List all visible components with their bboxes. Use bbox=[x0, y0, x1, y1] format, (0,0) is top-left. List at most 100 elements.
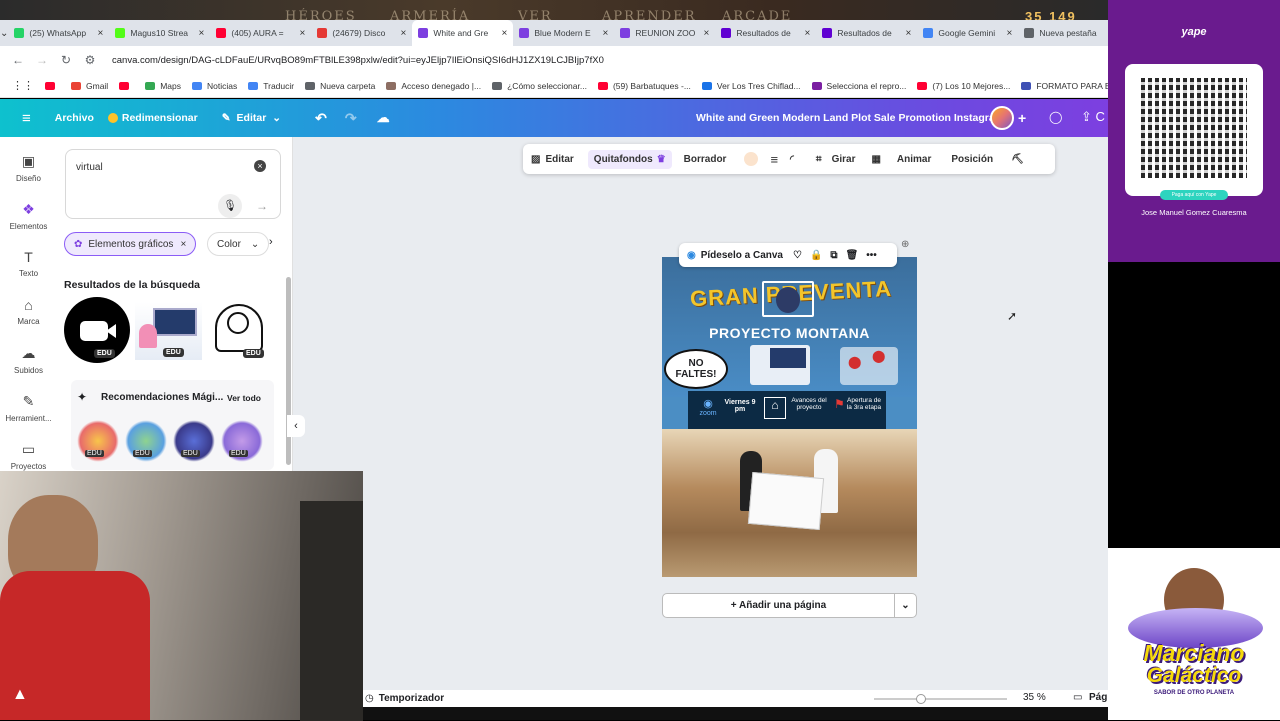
browser-tab[interactable]: Resultados de × bbox=[816, 20, 917, 46]
comment-icon[interactable]: ◯ bbox=[1049, 110, 1062, 124]
ask-canva-button[interactable]: Pídeselo a Canva bbox=[701, 250, 783, 261]
rail-item-diseno[interactable]: ▣ Diseño bbox=[0, 153, 57, 183]
editar-image-button[interactable]: Editar bbox=[545, 154, 573, 165]
bookmark-item[interactable]: Maps bbox=[145, 81, 181, 91]
posicion-button[interactable]: Posición bbox=[951, 154, 993, 165]
redimensionar-button[interactable]: Redimensionar bbox=[107, 112, 198, 124]
share-icon[interactable]: ⇪ C bbox=[1081, 109, 1105, 125]
chip-color[interactable]: Color ⌄ bbox=[207, 232, 270, 256]
site-info-icon[interactable]: ⚙ bbox=[78, 53, 102, 67]
close-icon[interactable]: × bbox=[180, 239, 186, 250]
redo-icon[interactable]: ↷ bbox=[345, 110, 357, 127]
add-collaborator-icon[interactable]: + bbox=[1018, 110, 1026, 126]
reload-icon[interactable]: ↻ bbox=[54, 53, 78, 67]
zoom-slider-knob[interactable] bbox=[915, 694, 926, 704]
browser-tab[interactable]: Google Gemini × bbox=[917, 20, 1018, 46]
corner-rounding-icon[interactable]: ◜ bbox=[790, 154, 794, 165]
address-bar[interactable]: canva.com/design/DAG-cLDFauE/URvqBO89mFT… bbox=[112, 55, 604, 66]
bookmark-item[interactable]: Acceso denegado |... bbox=[386, 81, 481, 91]
browser-tab[interactable]: (405) AURA = × bbox=[210, 20, 311, 46]
delete-icon[interactable]: 🗑 bbox=[846, 250, 859, 261]
hamburger-menu-icon[interactable]: ≡ bbox=[22, 110, 31, 127]
close-tab-icon[interactable]: × bbox=[906, 28, 912, 39]
chevron-right-icon[interactable]: › bbox=[269, 236, 273, 248]
bookmark-item[interactable]: Noticias bbox=[192, 81, 237, 91]
selection-box[interactable] bbox=[762, 281, 814, 317]
add-page-small-icon[interactable]: ⊕ bbox=[901, 239, 909, 250]
crop-icon[interactable]: ⌗ bbox=[816, 154, 822, 165]
close-tab-icon[interactable]: × bbox=[704, 28, 710, 39]
undo-icon[interactable]: ↶ bbox=[315, 110, 327, 127]
bookmark-item[interactable]: (7) Los 10 Mejores... bbox=[917, 81, 1010, 91]
borrador-button[interactable]: Borrador bbox=[684, 154, 727, 165]
more-options-icon[interactable]: ••• bbox=[866, 250, 877, 261]
search-input[interactable]: virtual bbox=[76, 162, 103, 173]
magic-result[interactable]: EDU bbox=[221, 420, 263, 462]
document-title[interactable]: White and Green Modern Land Plot Sale Pr… bbox=[696, 112, 1003, 124]
result-virtual-class[interactable]: EDU bbox=[135, 302, 202, 360]
rail-item-subidos[interactable]: ☁ Subidos bbox=[0, 345, 57, 375]
result-support-agent[interactable]: EDU bbox=[207, 300, 271, 362]
bookmark-item[interactable]: Ver Los Tres Chiflad... bbox=[701, 81, 801, 91]
bookmark-item[interactable] bbox=[45, 81, 60, 90]
cloud-saved-icon[interactable]: ☁ bbox=[377, 110, 390, 126]
animar-button[interactable]: Animar bbox=[897, 154, 931, 165]
rail-item-texto[interactable]: T Texto bbox=[0, 249, 57, 278]
girar-button[interactable]: Girar bbox=[832, 154, 856, 165]
microphone-icon[interactable]: 🎙 bbox=[218, 194, 242, 218]
apps-grid-icon[interactable]: ⋮⋮ bbox=[12, 79, 34, 92]
close-tab-icon[interactable]: × bbox=[300, 28, 306, 39]
pages-icon[interactable]: ▭ bbox=[1073, 692, 1082, 703]
close-tab-icon[interactable]: × bbox=[1007, 28, 1013, 39]
transparency-icon[interactable]: ▦ bbox=[871, 154, 880, 165]
color-swatch[interactable] bbox=[744, 152, 759, 166]
design-page[interactable]: GRAN PREVENTA PROYECTO MONTANA NO FALTES… bbox=[662, 257, 917, 577]
chevron-down-icon[interactable]: ⌄ bbox=[894, 594, 916, 617]
browser-tab[interactable]: Magus10 Strea × bbox=[109, 20, 210, 46]
rail-item-marca[interactable]: ⌂ Marca bbox=[0, 297, 57, 326]
collapse-panel-icon[interactable]: ‹ bbox=[287, 415, 305, 437]
forward-icon[interactable]: → bbox=[30, 53, 54, 67]
close-tab-icon[interactable]: × bbox=[401, 28, 407, 39]
back-icon[interactable]: ← bbox=[6, 53, 30, 67]
rail-item-proyectos[interactable]: ▭ Proyectos bbox=[0, 441, 57, 471]
browser-tab[interactable]: (24679) Disco × bbox=[311, 20, 412, 46]
bookmark-item[interactable]: Nueva carpeta bbox=[305, 81, 375, 91]
zoom-slider[interactable] bbox=[874, 694, 1007, 704]
search-box[interactable]: virtual × 🎙 → bbox=[65, 149, 281, 219]
border-style-icon[interactable]: ≡ bbox=[770, 152, 778, 167]
close-tab-icon[interactable]: × bbox=[98, 28, 104, 39]
paint-format-icon[interactable]: ⛏ bbox=[1011, 154, 1024, 165]
timer-button[interactable]: Temporizador bbox=[379, 693, 444, 704]
pages-button[interactable]: Pági bbox=[1089, 692, 1110, 703]
chip-elementos-graficos[interactable]: ✿ Elementos gráficos × bbox=[64, 232, 197, 256]
bookmark-item[interactable]: Gmail bbox=[71, 81, 108, 91]
avatar[interactable] bbox=[990, 106, 1014, 130]
browser-tab[interactable]: REUNION ZOO × bbox=[614, 20, 715, 46]
magic-result[interactable]: EDU bbox=[77, 420, 119, 462]
archivo-menu[interactable]: Archivo bbox=[55, 112, 94, 124]
submit-arrow-icon[interactable]: → bbox=[250, 194, 274, 218]
browser-tab[interactable]: White and Gre × bbox=[412, 20, 514, 46]
tab-list-chevron-icon[interactable]: ⌄ bbox=[0, 28, 8, 39]
add-page-button[interactable]: + Añadir una página ⌄ bbox=[662, 593, 917, 618]
browser-tab[interactable]: Resultados de × bbox=[715, 20, 816, 46]
close-tab-icon[interactable]: × bbox=[502, 28, 508, 39]
result-video-camera[interactable]: EDU bbox=[64, 297, 130, 363]
comment-add-icon[interactable]: ♡ bbox=[793, 250, 802, 261]
bookmark-item[interactable] bbox=[119, 81, 134, 90]
see-all-link[interactable]: Ver todo bbox=[227, 393, 261, 403]
zoom-level[interactable]: 35 % bbox=[1023, 692, 1046, 703]
clear-search-icon[interactable]: × bbox=[254, 160, 266, 172]
editar-menu[interactable]: ✎ Editar ⌄ bbox=[222, 112, 281, 124]
bookmark-item[interactable]: ¿Cómo seleccionar... bbox=[492, 81, 587, 91]
quitafondos-button[interactable]: Quitafondos ♛ bbox=[587, 149, 672, 169]
browser-tab[interactable]: Blue Modern E × bbox=[513, 20, 614, 46]
bookmark-item[interactable]: Selecciona el repro... bbox=[811, 81, 906, 91]
duplicate-icon[interactable]: ⧉ bbox=[830, 250, 837, 261]
close-tab-icon[interactable]: × bbox=[805, 28, 811, 39]
close-tab-icon[interactable]: × bbox=[603, 28, 609, 39]
rail-item-herramientas[interactable]: ✎ Herramient... bbox=[0, 393, 57, 423]
bookmark-item[interactable]: (59) Barbatuques -... bbox=[597, 81, 691, 91]
close-tab-icon[interactable]: × bbox=[199, 28, 205, 39]
